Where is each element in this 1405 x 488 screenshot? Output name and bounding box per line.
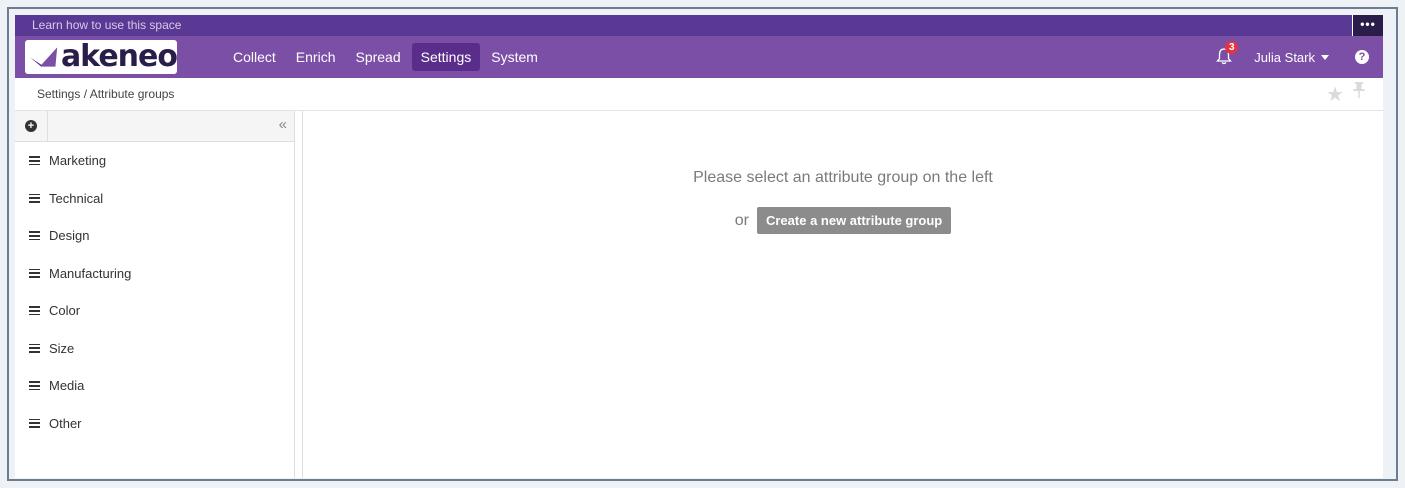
- hamburger-icon[interactable]: [29, 418, 40, 428]
- empty-message: Please select an attribute group on the …: [693, 169, 993, 186]
- sidebar-header: + «: [15, 111, 294, 142]
- nav-item-enrich[interactable]: Enrich: [287, 43, 345, 71]
- hamburger-icon[interactable]: [29, 193, 40, 203]
- nav-item-system[interactable]: System: [482, 43, 547, 71]
- group-item-other[interactable]: Other: [15, 405, 294, 443]
- group-item-media[interactable]: Media: [15, 367, 294, 405]
- learn-bar: Learn how to use this space •••: [15, 15, 1383, 36]
- nav-item-collect[interactable]: Collect: [224, 43, 285, 71]
- group-label: Size: [49, 340, 75, 356]
- group-item-manufacturing[interactable]: Manufacturing: [15, 255, 294, 293]
- group-label: Marketing: [49, 153, 107, 169]
- group-label: Other: [49, 415, 82, 431]
- content-panel: Please select an attribute group on the …: [303, 111, 1383, 478]
- star-icon[interactable]: ★: [1326, 85, 1344, 105]
- help-icon[interactable]: ?: [1355, 50, 1369, 64]
- breadcrumb: Settings / Attribute groups ★: [15, 78, 1383, 111]
- user-name: Julia Stark: [1254, 49, 1315, 65]
- create-row: or Create a new attribute group: [303, 207, 1383, 234]
- hamburger-icon[interactable]: [29, 156, 40, 166]
- user-menu[interactable]: Julia Stark: [1254, 50, 1329, 65]
- collapse-icon[interactable]: «: [279, 116, 287, 134]
- group-label: Technical: [49, 190, 104, 206]
- group-item-design[interactable]: Design: [15, 217, 294, 255]
- group-label: Manufacturing: [49, 265, 132, 281]
- add-group-button[interactable]: +: [15, 111, 48, 141]
- group-item-marketing[interactable]: Marketing: [15, 142, 294, 180]
- nav-right: 3 Julia Stark ?: [1215, 36, 1383, 78]
- app-window: Learn how to use this space ••• akeneo C…: [15, 15, 1383, 478]
- pin-svg: [1353, 82, 1365, 98]
- hamburger-icon[interactable]: [29, 343, 40, 353]
- group-label: Media: [49, 378, 85, 394]
- group-item-color[interactable]: Color: [15, 292, 294, 330]
- notifications-button[interactable]: 3: [1215, 41, 1239, 67]
- pin-icon[interactable]: [1352, 78, 1366, 111]
- logo-icon: [30, 47, 58, 67]
- nav-item-spread[interactable]: Spread: [346, 43, 409, 71]
- main-area: + « Marketing Technical Design Manufactu…: [15, 111, 1383, 478]
- breadcrumb-text[interactable]: Settings / Attribute groups: [37, 87, 174, 101]
- hamburger-icon[interactable]: [29, 231, 40, 241]
- akeneo-logo[interactable]: akeneo: [25, 39, 178, 74]
- main-navbar: akeneo Collect Enrich Spread Settings Sy…: [15, 36, 1383, 78]
- hamburger-icon[interactable]: [29, 306, 40, 316]
- caret-down-icon: [1321, 54, 1329, 60]
- group-label: Color: [49, 303, 81, 319]
- more-icon[interactable]: •••: [1352, 15, 1383, 36]
- hamburger-icon[interactable]: [29, 381, 40, 391]
- logo-text: akeneo: [60, 39, 178, 74]
- add-icon: +: [25, 120, 37, 132]
- nav-menu: Collect Enrich Spread Settings System: [224, 43, 549, 71]
- learn-link[interactable]: Learn how to use this space: [32, 18, 181, 32]
- breadcrumb-actions: ★: [1326, 78, 1366, 111]
- attribute-group-sidebar: + « Marketing Technical Design Manufactu…: [15, 111, 295, 478]
- nav-item-settings[interactable]: Settings: [411, 43, 481, 71]
- group-item-technical[interactable]: Technical: [15, 180, 294, 218]
- notification-badge: 3: [1225, 41, 1239, 54]
- create-attribute-group-button[interactable]: Create a new attribute group: [756, 207, 952, 234]
- group-item-size[interactable]: Size: [15, 330, 294, 368]
- or-text: or: [734, 211, 749, 229]
- hamburger-icon[interactable]: [29, 268, 40, 278]
- group-label: Design: [49, 228, 90, 244]
